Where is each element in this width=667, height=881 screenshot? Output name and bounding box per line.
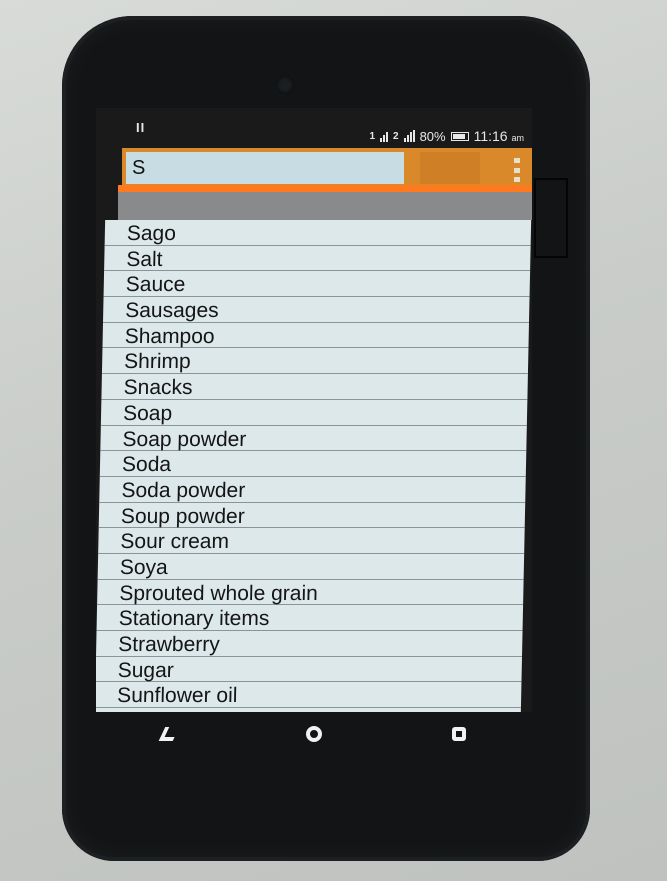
side-frame-marker xyxy=(534,178,568,258)
back-icon xyxy=(158,727,179,741)
status-bar: II 1 2 80% 11:16 am xyxy=(96,108,532,148)
list-item[interactable]: Sunflower oil xyxy=(96,682,522,709)
navigation-bar xyxy=(96,712,532,756)
home-button[interactable] xyxy=(294,714,334,754)
phone-screen: II 1 2 80% 11:16 am S Sago Salt Sauce Sausa… xyxy=(96,108,532,712)
list-item[interactable]: Soap powder xyxy=(100,425,527,452)
list-item[interactable]: Shrimp xyxy=(101,348,529,375)
notification-indicator: II xyxy=(136,120,146,135)
list-item[interactable]: Sugar xyxy=(96,656,523,683)
list-item[interactable]: Stationary items xyxy=(96,605,524,631)
home-icon xyxy=(305,726,322,742)
list-item[interactable]: Shampoo xyxy=(102,322,530,349)
list-item[interactable]: Soda xyxy=(99,451,527,477)
front-camera xyxy=(276,76,294,94)
sim1-label: 1 xyxy=(369,130,375,142)
signal-sim1-icon xyxy=(380,130,388,142)
list-item[interactable]: Sauce xyxy=(103,271,531,298)
accent-divider xyxy=(118,185,532,192)
overflow-menu-icon[interactable] xyxy=(514,158,520,182)
list-item[interactable]: Snacks xyxy=(101,374,528,400)
list-item[interactable]: Soap xyxy=(100,399,528,426)
battery-percent: 80% xyxy=(419,128,446,144)
clock: 11:16 am xyxy=(474,128,524,144)
list-item[interactable]: Sprouted whole grain xyxy=(97,579,524,606)
search-input[interactable]: S xyxy=(126,152,404,184)
list-item[interactable]: Sausages xyxy=(103,297,530,323)
back-button[interactable] xyxy=(149,714,189,754)
list-item[interactable]: Soda powder xyxy=(99,476,526,503)
app-toolbar: S xyxy=(122,148,532,188)
list-item[interactable]: Soya xyxy=(97,553,525,580)
recent-apps-icon xyxy=(452,727,467,741)
battery-icon xyxy=(450,131,469,141)
recent-apps-button[interactable] xyxy=(439,714,479,754)
toolbar-action-button[interactable] xyxy=(420,152,480,184)
signal-sim2-icon xyxy=(403,130,415,142)
status-icons: 1 2 80% 11:16 am xyxy=(369,128,524,144)
list-item[interactable]: Salt xyxy=(104,245,531,272)
list-item[interactable]: Sago xyxy=(104,220,532,246)
item-list: Sago Salt Sauce Sausages Shampoo Shrimp Snacks… xyxy=(96,220,532,712)
sim2-label: 2 xyxy=(393,130,399,142)
list-header-bar xyxy=(118,192,532,220)
list-item[interactable]: Soup powder xyxy=(98,502,526,529)
clock-ampm: am xyxy=(511,133,524,143)
clock-time: 11:16 xyxy=(473,128,508,144)
list-item[interactable]: Sour cream xyxy=(98,528,525,554)
list-item[interactable]: Strawberry xyxy=(96,631,523,657)
